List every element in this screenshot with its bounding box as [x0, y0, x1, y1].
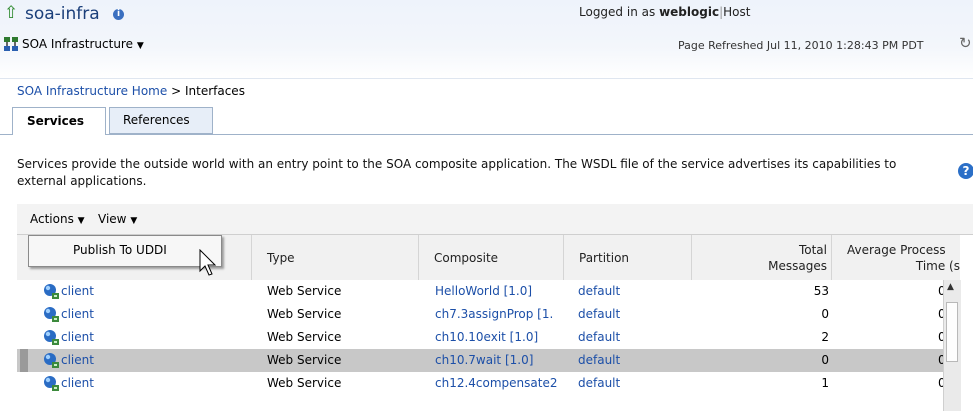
table-row[interactable]: client Web Service HelloWorld [1.0] default… — [17, 280, 960, 303]
view-label: View — [98, 212, 127, 226]
actions-label: Actions — [30, 212, 74, 226]
tab-references[interactable]: References — [109, 107, 213, 134]
logged-in-user[interactable]: weblogic — [659, 5, 719, 19]
host-label: Host — [723, 5, 751, 19]
selected-row-marker — [20, 349, 28, 372]
column-header-type[interactable]: Type — [251, 235, 418, 280]
cell-partition[interactable]: default — [578, 372, 620, 395]
table-toolbar — [17, 204, 973, 235]
column-avg-label-2: Time (s — [915, 259, 960, 273]
table-vertical-scrollbar[interactable]: ▲ — [943, 280, 961, 411]
service-name-link[interactable]: client — [61, 372, 94, 395]
table-row[interactable]: client Web Service ch10.10exit [1.0] defaul… — [17, 326, 960, 349]
logged-in-prefix: Logged in as — [579, 5, 656, 19]
column-header-total-messages[interactable]: Total Messages — [691, 235, 831, 280]
breadcrumb: SOA Infrastructure Home > Interfaces — [17, 84, 245, 98]
cell-composite[interactable]: ch10.7wait [1.0] — [435, 349, 557, 372]
chevron-down-icon: ▼ — [130, 216, 138, 226]
menu-item-publish-to-uddi[interactable]: Publish To UDDI — [73, 243, 167, 257]
breadcrumb-current: Interfaces — [184, 84, 245, 98]
column-composite-label: Composite — [434, 251, 499, 265]
actions-dropdown-menu: Publish To UDDI — [28, 235, 222, 267]
soa-infrastructure-menu[interactable]: SOA Infrastructure ▼ — [22, 36, 144, 54]
service-name-link[interactable]: client — [61, 303, 94, 326]
cell-type: Web Service — [267, 330, 342, 344]
service-name-link[interactable]: client — [61, 349, 94, 372]
mouse-pointer-icon — [199, 249, 217, 276]
column-header-partition[interactable]: Partition — [563, 235, 691, 280]
column-total-label-2: Messages — [768, 259, 827, 273]
services-description: Services provide the outside world with … — [17, 157, 897, 188]
tab-services[interactable]: Services — [12, 107, 106, 135]
soa-infrastructure-menu-label: SOA Infrastructure — [22, 37, 133, 51]
help-icon[interactable]: ? — [958, 163, 973, 179]
cell-total: 2 — [821, 330, 829, 344]
cell-type: Web Service — [267, 353, 342, 367]
column-header-composite[interactable]: Composite — [418, 235, 563, 280]
service-name-link[interactable]: client — [61, 326, 94, 349]
cell-type: Web Service — [267, 284, 342, 298]
cell-type: Web Service — [267, 307, 342, 321]
table-row[interactable]: client Web Service ch10.7wait [1.0] default… — [17, 349, 960, 372]
cell-partition[interactable]: default — [578, 303, 620, 326]
app-title: soa-infra — [25, 4, 100, 24]
cell-composite[interactable]: ch12.4compensate2 — [435, 372, 557, 395]
column-header-avg-process-time[interactable]: Average Process Time (s — [831, 235, 960, 280]
column-total-label-1: Total — [798, 243, 827, 257]
column-avg-label-1: Average Process — [847, 243, 946, 257]
breadcrumb-separator: > — [171, 84, 182, 98]
home-icon[interactable]: ⇧ — [4, 4, 18, 22]
cell-total: 0 — [821, 353, 829, 367]
login-info: Logged in as weblogic|Host — [579, 5, 750, 19]
scrollbar-thumb[interactable] — [946, 302, 958, 362]
cell-type: Web Service — [267, 376, 342, 390]
view-menu-button[interactable]: View ▼ — [98, 210, 137, 230]
actions-menu-button[interactable]: Actions ▼ — [30, 210, 85, 230]
cell-total: 53 — [813, 284, 829, 298]
refresh-icon[interactable]: ↻ — [959, 34, 972, 52]
chevron-down-icon: ▼ — [77, 216, 85, 226]
web-service-icon — [44, 330, 59, 345]
table-row[interactable]: client Web Service ch7.3assignProp [1. defa… — [17, 303, 960, 326]
chevron-down-icon: ▼ — [136, 41, 144, 51]
cell-composite[interactable]: ch10.10exit [1.0] — [435, 326, 557, 349]
soa-infrastructure-icon — [4, 37, 18, 51]
web-service-icon — [44, 353, 59, 368]
cell-composite[interactable]: ch7.3assignProp [1. — [435, 303, 557, 326]
info-icon[interactable]: i — [113, 9, 124, 20]
cell-partition[interactable]: default — [578, 280, 620, 303]
service-name-link[interactable]: client — [61, 280, 94, 303]
web-service-icon — [44, 307, 59, 322]
table-row[interactable]: client Web Service ch12.4compensate2 defaul… — [17, 372, 960, 395]
cell-partition[interactable]: default — [578, 349, 620, 372]
cell-partition[interactable]: default — [578, 326, 620, 349]
breadcrumb-home-link[interactable]: SOA Infrastructure Home — [17, 84, 167, 98]
column-type-label: Type — [267, 251, 295, 265]
web-service-icon — [44, 376, 59, 391]
cell-total: 0 — [821, 307, 829, 321]
column-partition-label: Partition — [579, 251, 630, 265]
web-service-icon — [44, 284, 59, 299]
tabs-divider — [0, 134, 973, 135]
scroll-up-icon[interactable]: ▲ — [947, 282, 954, 292]
page-refreshed-text: Page Refreshed Jul 11, 2010 1:28:43 PM P… — [678, 39, 924, 52]
cell-composite[interactable]: HelloWorld [1.0] — [435, 280, 557, 303]
cell-total: 1 — [821, 376, 829, 390]
